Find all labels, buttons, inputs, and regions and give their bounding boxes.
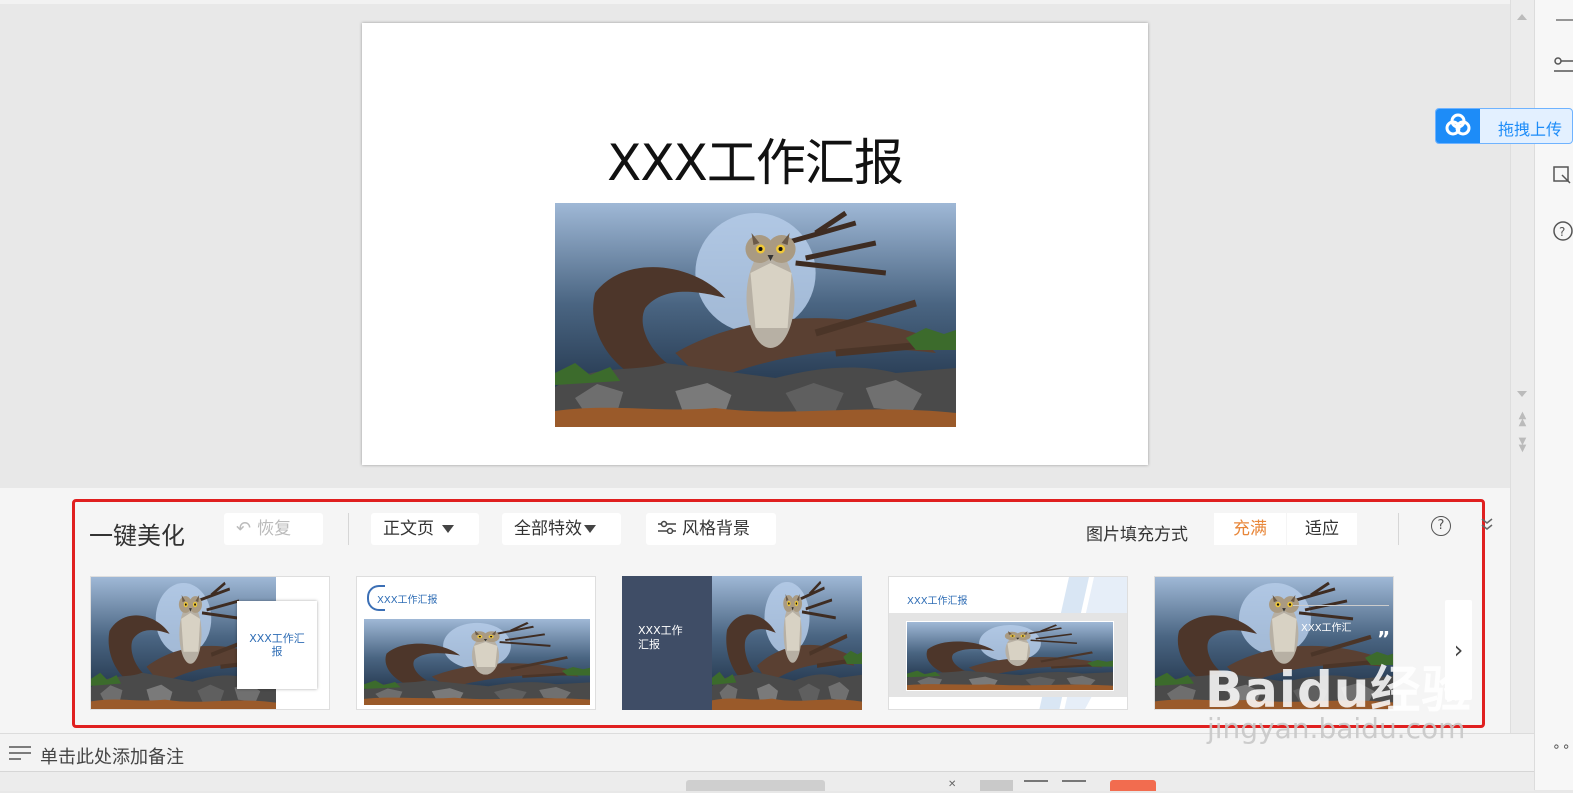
help-icon[interactable]: ? (1431, 516, 1451, 536)
template-title: XXX工作 汇报 (638, 624, 683, 651)
settings-sliders-icon[interactable] (1552, 55, 1573, 77)
template-title: XXX工作汇报 (377, 595, 438, 606)
next-page-icon[interactable]: ▼ ▼ (1517, 437, 1528, 454)
share-icon[interactable] (1552, 165, 1573, 187)
restore-label: 恢复 (257, 519, 292, 539)
slide[interactable]: XXX工作汇报 (362, 23, 1148, 465)
page-type-dropdown[interactable]: 正文页 (371, 513, 479, 545)
collapse-chevron-icon[interactable] (1480, 516, 1494, 536)
template-title: XXX工作汇报 (907, 596, 968, 607)
scroll-up-arrow-icon[interactable] (1517, 14, 1527, 20)
owl-image[interactable] (555, 203, 956, 427)
style-background-label: 风格背景 (682, 519, 750, 539)
caret-down-icon (442, 525, 454, 533)
template-image (712, 576, 862, 710)
template-thumbnail-3[interactable]: XXX工作 汇报 (622, 576, 862, 710)
status-small-icon[interactable]: ✕ (948, 780, 964, 791)
notes-bar[interactable]: 单击此处添加备注 (0, 733, 1534, 772)
notes-icon (9, 746, 31, 760)
page-type-label: 正文页 (383, 519, 434, 539)
fill-option-full[interactable]: 充满 (1214, 513, 1286, 545)
beautify-title: 一键美化 (89, 522, 185, 550)
notes-placeholder[interactable]: 单击此处添加备注 (40, 743, 184, 769)
effects-dropdown[interactable]: 全部特效 (502, 513, 621, 545)
menu-lines-icon[interactable] (1552, 10, 1573, 32)
view-grid-icon[interactable] (1024, 780, 1048, 793)
upload-label: 拖拽上传 (1498, 120, 1563, 139)
svg-text:?: ? (1559, 225, 1565, 239)
fill-mode-label: 图片填充方式 (1086, 525, 1188, 545)
next-templates-button[interactable]: › (1445, 600, 1472, 700)
slide-title[interactable]: XXX工作汇报 (362, 123, 1148, 195)
view-normal-icon[interactable] (980, 780, 1013, 791)
sliders-icon (658, 513, 676, 545)
restore-button[interactable]: ↶ 恢复 (224, 513, 323, 545)
cloud-upload-icon (1436, 109, 1480, 143)
scroll-down-arrow-icon[interactable] (1517, 391, 1527, 397)
template-thumbnail-5[interactable]: XXX工作汇 ” (1154, 576, 1394, 710)
status-pill[interactable] (686, 780, 825, 791)
prev-page-icon[interactable]: ▲ ▲ (1517, 411, 1528, 428)
divider (1398, 513, 1399, 545)
template-thumbnail-1[interactable]: XXX工作汇 报 (90, 576, 330, 710)
template-thumbnail-4[interactable]: XXX工作汇报 (888, 576, 1128, 710)
template-thumbnail-2[interactable]: XXX工作汇报 (356, 576, 596, 710)
style-background-button[interactable]: 风格背景 (646, 513, 776, 545)
view-reading-icon[interactable] (1062, 780, 1086, 793)
template-image (364, 619, 590, 705)
beautify-panel: 一键美化 ↶ 恢复 正文页 全部特效 风格背景 图片填充方式 充满 适应 ? XX… (0, 488, 1510, 733)
template-title: XXX工作汇 (1301, 623, 1352, 634)
divider (348, 513, 349, 545)
caret-down-icon (584, 525, 596, 533)
help-circle-icon[interactable]: ? (1552, 220, 1573, 242)
drag-upload-bar[interactable]: 拖拽上传 (1435, 108, 1573, 144)
template-image (1155, 577, 1394, 710)
fill-option-fit[interactable]: 适应 (1287, 513, 1357, 545)
template-title: XXX工作汇 报 (237, 601, 317, 689)
effects-label: 全部特效 (514, 519, 582, 539)
template-image (906, 621, 1114, 691)
undo-icon: ↶ (236, 518, 252, 539)
quote-mark-icon: ” (1377, 627, 1391, 651)
slideshow-button[interactable] (1110, 780, 1156, 791)
slide-editing-area[interactable]: XXX工作汇报 (0, 4, 1510, 488)
status-bar: ✕ (0, 771, 1534, 791)
more-icon[interactable]: ∘∘ (1552, 736, 1573, 758)
template-rule (1293, 605, 1389, 606)
